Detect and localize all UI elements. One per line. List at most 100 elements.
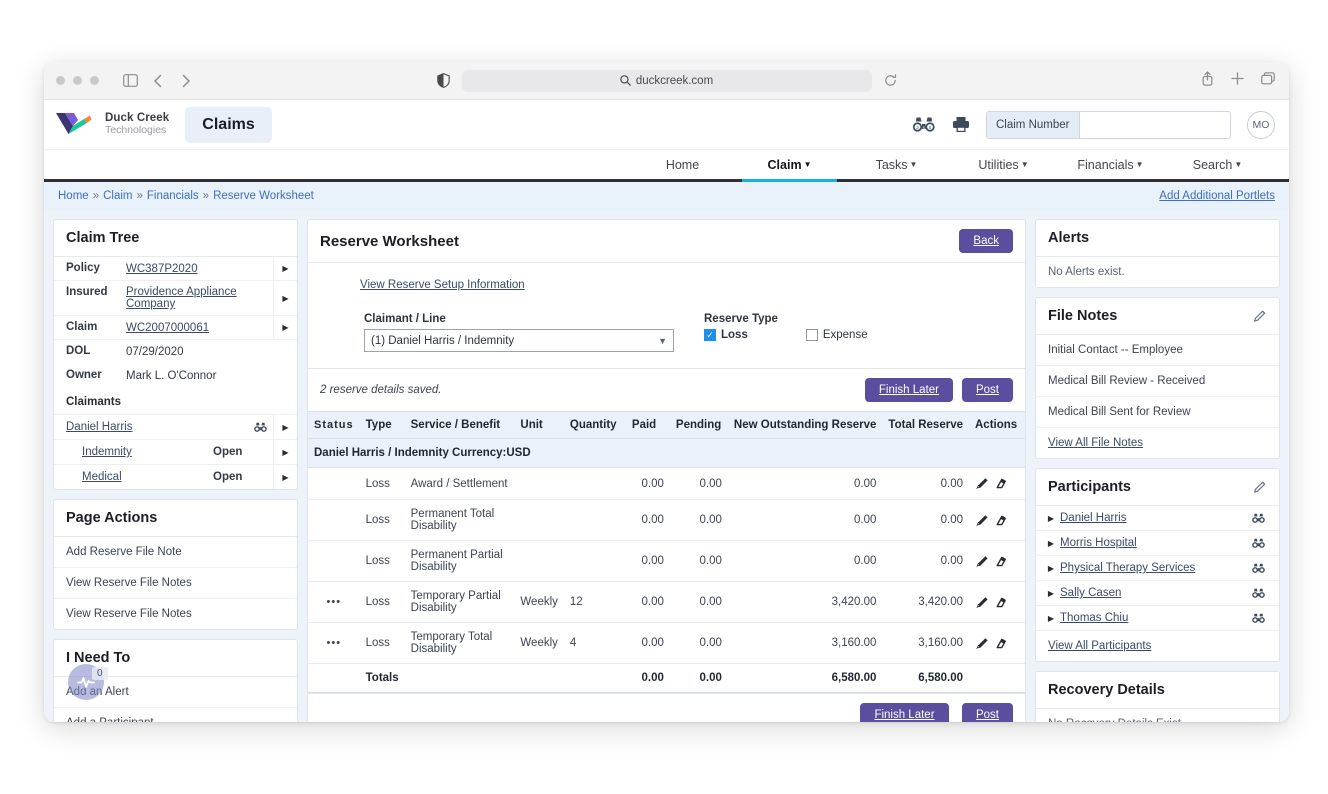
file-note-item[interactable]: Medical Bill Sent for Review (1036, 397, 1279, 428)
share-icon[interactable] (1201, 70, 1214, 91)
sidebar-toggle-icon[interactable] (119, 70, 141, 92)
expand-arrow-icon[interactable]: ▶ (273, 257, 297, 280)
edit-pencil-icon[interactable] (975, 636, 990, 651)
view-reserve-setup-information-link[interactable]: View Reserve Setup Information (360, 279, 525, 291)
maximize-window-button[interactable] (90, 76, 99, 85)
page-action-view-reserve-file-notes-2[interactable]: View Reserve File Notes (54, 599, 297, 629)
edit-pencil-icon[interactable] (975, 595, 990, 610)
edit-pencil-icon[interactable] (975, 554, 990, 569)
expand-arrow-icon[interactable]: ▶ (1042, 539, 1060, 548)
nav-item-utilities[interactable]: Utilities ▼ (950, 158, 1057, 179)
breadcrumb-item-financials[interactable]: Financials (147, 190, 199, 202)
nav-item-claim[interactable]: Claim ▼ (736, 158, 843, 182)
add-additional-portlets-link[interactable]: Add Additional Portlets (1159, 190, 1275, 202)
expand-arrow-icon[interactable]: ▶ (1042, 514, 1060, 523)
edit-pencil-icon[interactable] (975, 513, 990, 528)
breadcrumb-item-reserve-worksheet[interactable]: Reserve Worksheet (213, 190, 314, 202)
eraser-delete-icon[interactable] (993, 476, 1008, 491)
expand-arrow-icon[interactable]: ▶ (1042, 564, 1060, 573)
reserve-type-loss-checkbox[interactable]: ✓ Loss (704, 329, 748, 341)
back-icon[interactable] (147, 70, 169, 92)
expand-arrow-icon[interactable]: ▶ (273, 415, 297, 439)
table-row[interactable]: Loss Permanent Total Disability 0.00 0.0… (308, 499, 1025, 541)
participant-link[interactable]: Daniel Harris (1060, 512, 1126, 524)
file-note-item[interactable]: Initial Contact -- Employee (1036, 335, 1279, 366)
policy-link[interactable]: WC387P2020 (126, 263, 198, 275)
view-all-file-notes-link[interactable]: View All File Notes (1048, 437, 1143, 449)
expand-arrow-icon[interactable]: ▶ (273, 440, 297, 464)
binoculars-icon[interactable] (247, 415, 273, 439)
participant-link[interactable]: Thomas Chiu (1060, 612, 1128, 624)
line-link[interactable]: Medical (82, 471, 122, 483)
breadcrumb-item-home[interactable]: Home (58, 190, 89, 202)
eraser-delete-icon[interactable] (993, 636, 1008, 651)
expand-arrow-icon[interactable]: ▶ (1042, 614, 1060, 623)
nav-item-home[interactable]: Home (629, 158, 736, 179)
view-all-participants-link[interactable]: View All Participants (1048, 640, 1151, 652)
binoculars-icon[interactable] (1245, 513, 1271, 524)
line-status: Open (213, 446, 243, 458)
cell-service: Temporary Total Disability (404, 622, 515, 664)
window-traffic-lights[interactable] (56, 76, 99, 85)
edit-pencil-icon[interactable] (1253, 309, 1267, 323)
close-window-button[interactable] (56, 76, 65, 85)
back-button-top[interactable]: Back (959, 229, 1013, 253)
nav-item-search[interactable]: Search ▼ (1164, 158, 1271, 179)
edit-pencil-icon[interactable] (1253, 480, 1267, 494)
file-note-item[interactable]: Medical Bill Review - Received (1036, 366, 1279, 397)
i-need-to-add-a-participant[interactable]: Add a Participant (54, 708, 297, 722)
post-button-top[interactable]: Post (961, 378, 1013, 402)
cell-pending: 0.00 (669, 499, 728, 541)
binoculars-icon[interactable] (1245, 538, 1271, 549)
participant-link[interactable]: Sally Casen (1060, 587, 1121, 599)
reload-icon[interactable] (884, 74, 897, 87)
expand-arrow-icon[interactable]: ▶ (273, 316, 297, 339)
finish-later-button-top[interactable]: Finish Later (864, 378, 953, 402)
claim-tree-row-policy: Policy WC387P2020 ▶ (54, 257, 297, 281)
finish-later-button-bottom[interactable]: Finish Later (860, 703, 949, 722)
brand-logo[interactable]: Duck Creek Technologies (54, 110, 169, 140)
eraser-delete-icon[interactable] (993, 513, 1008, 528)
post-button-bottom[interactable]: Post (961, 703, 1013, 722)
nav-item-tasks[interactable]: Tasks ▼ (843, 158, 950, 179)
expand-arrow-icon[interactable]: ▶ (273, 281, 297, 315)
page-action-view-reserve-file-notes-1[interactable]: View Reserve File Notes (54, 568, 297, 599)
binoculars-icon[interactable] (1245, 613, 1271, 624)
print-icon[interactable] (952, 116, 970, 133)
binoculars-icon[interactable] (1245, 563, 1271, 574)
line-link[interactable]: Indemnity (82, 446, 132, 458)
url-input[interactable]: duckcreek.com (461, 69, 872, 92)
reserve-type-expense-checkbox[interactable]: Expense (805, 329, 868, 341)
eraser-delete-icon[interactable] (993, 595, 1008, 610)
participant-link[interactable]: Physical Therapy Services (1060, 562, 1195, 574)
table-row[interactable]: ••• Loss Temporary Total Disability Week… (308, 622, 1025, 664)
page-action-add-reserve-file-note[interactable]: Add Reserve File Note (54, 537, 297, 568)
breadcrumb-separator: » (136, 190, 143, 202)
forward-icon[interactable] (175, 70, 197, 92)
participant-link[interactable]: Morris Hospital (1060, 537, 1137, 549)
eraser-delete-icon[interactable] (993, 554, 1008, 569)
new-tab-icon[interactable] (1231, 71, 1244, 90)
table-row[interactable]: Loss Permanent Partial Disability 0.00 0… (308, 540, 1025, 582)
minimize-window-button[interactable] (73, 76, 82, 85)
insured-link[interactable]: Providence Appliance Company (126, 286, 269, 310)
claimant-link[interactable]: Daniel Harris (66, 421, 132, 433)
claim-link[interactable]: WC2007000061 (126, 322, 209, 334)
file-notes-panel: File Notes Initial Contact -- Employee M… (1035, 297, 1280, 459)
expand-arrow-icon[interactable]: ▶ (273, 465, 297, 489)
user-avatar[interactable]: MO (1247, 110, 1275, 139)
breadcrumb-item-claim[interactable]: Claim (103, 190, 132, 202)
cell-unit (514, 499, 564, 541)
edit-pencil-icon[interactable] (975, 476, 990, 491)
privacy-shield-icon[interactable] (436, 73, 450, 88)
binoculars-icon[interactable] (1245, 588, 1271, 599)
expand-arrow-icon[interactable]: ▶ (1042, 589, 1060, 598)
table-row[interactable]: ••• Loss Temporary Partial Disability We… (308, 581, 1025, 623)
nav-item-financials[interactable]: Financials ▼ (1057, 158, 1164, 179)
tab-overview-icon[interactable] (1261, 71, 1275, 90)
claimant-line-select[interactable]: (1) Daniel Harris / Indemnity ▼ (364, 329, 674, 352)
table-row[interactable]: Loss Award / Settlement 0.00 0.00 0.00 0… (308, 467, 1025, 500)
claim-number-input[interactable] (1079, 111, 1230, 138)
claim-360-binoculars-icon[interactable]: 3 6 0 (912, 116, 936, 133)
totals-total-reserve: 6,580.00 (882, 663, 969, 693)
